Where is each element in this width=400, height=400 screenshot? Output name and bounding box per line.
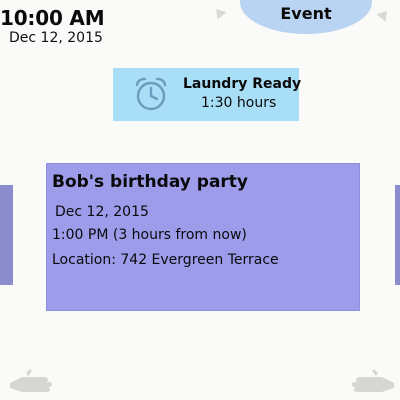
event-location: Location: 742 Evergreen Terrace — [52, 252, 279, 268]
swipe-left-hand-icon — [10, 369, 52, 392]
event-date: Dec 12, 2015 — [55, 204, 149, 220]
clock-time: 10:00 AM — [0, 6, 105, 30]
alarm-clock-icon — [135, 77, 167, 111]
swipe-up-right-arrow-icon — [376, 7, 392, 22]
notification-time: 1:30 hours — [201, 95, 277, 111]
swipe-up-left-arrow-icon — [211, 5, 227, 20]
event-card[interactable]: Bob's birthday party Dec 12, 2015 1:00 P… — [46, 163, 360, 311]
clock-date: Dec 12, 2015 — [9, 30, 103, 46]
event-title: Bob's birthday party — [52, 172, 249, 192]
laundry-notification[interactable]: Laundry Ready 1:30 hours — [113, 68, 302, 121]
swipe-right-hand-icon — [352, 369, 394, 392]
notification-title: Laundry Ready — [183, 76, 302, 92]
previous-card-edge[interactable] — [0, 185, 13, 285]
event-pill-label: Event — [280, 4, 332, 23]
event-time: 1:00 PM (3 hours from now) — [52, 227, 247, 243]
next-card-edge[interactable] — [395, 185, 400, 285]
